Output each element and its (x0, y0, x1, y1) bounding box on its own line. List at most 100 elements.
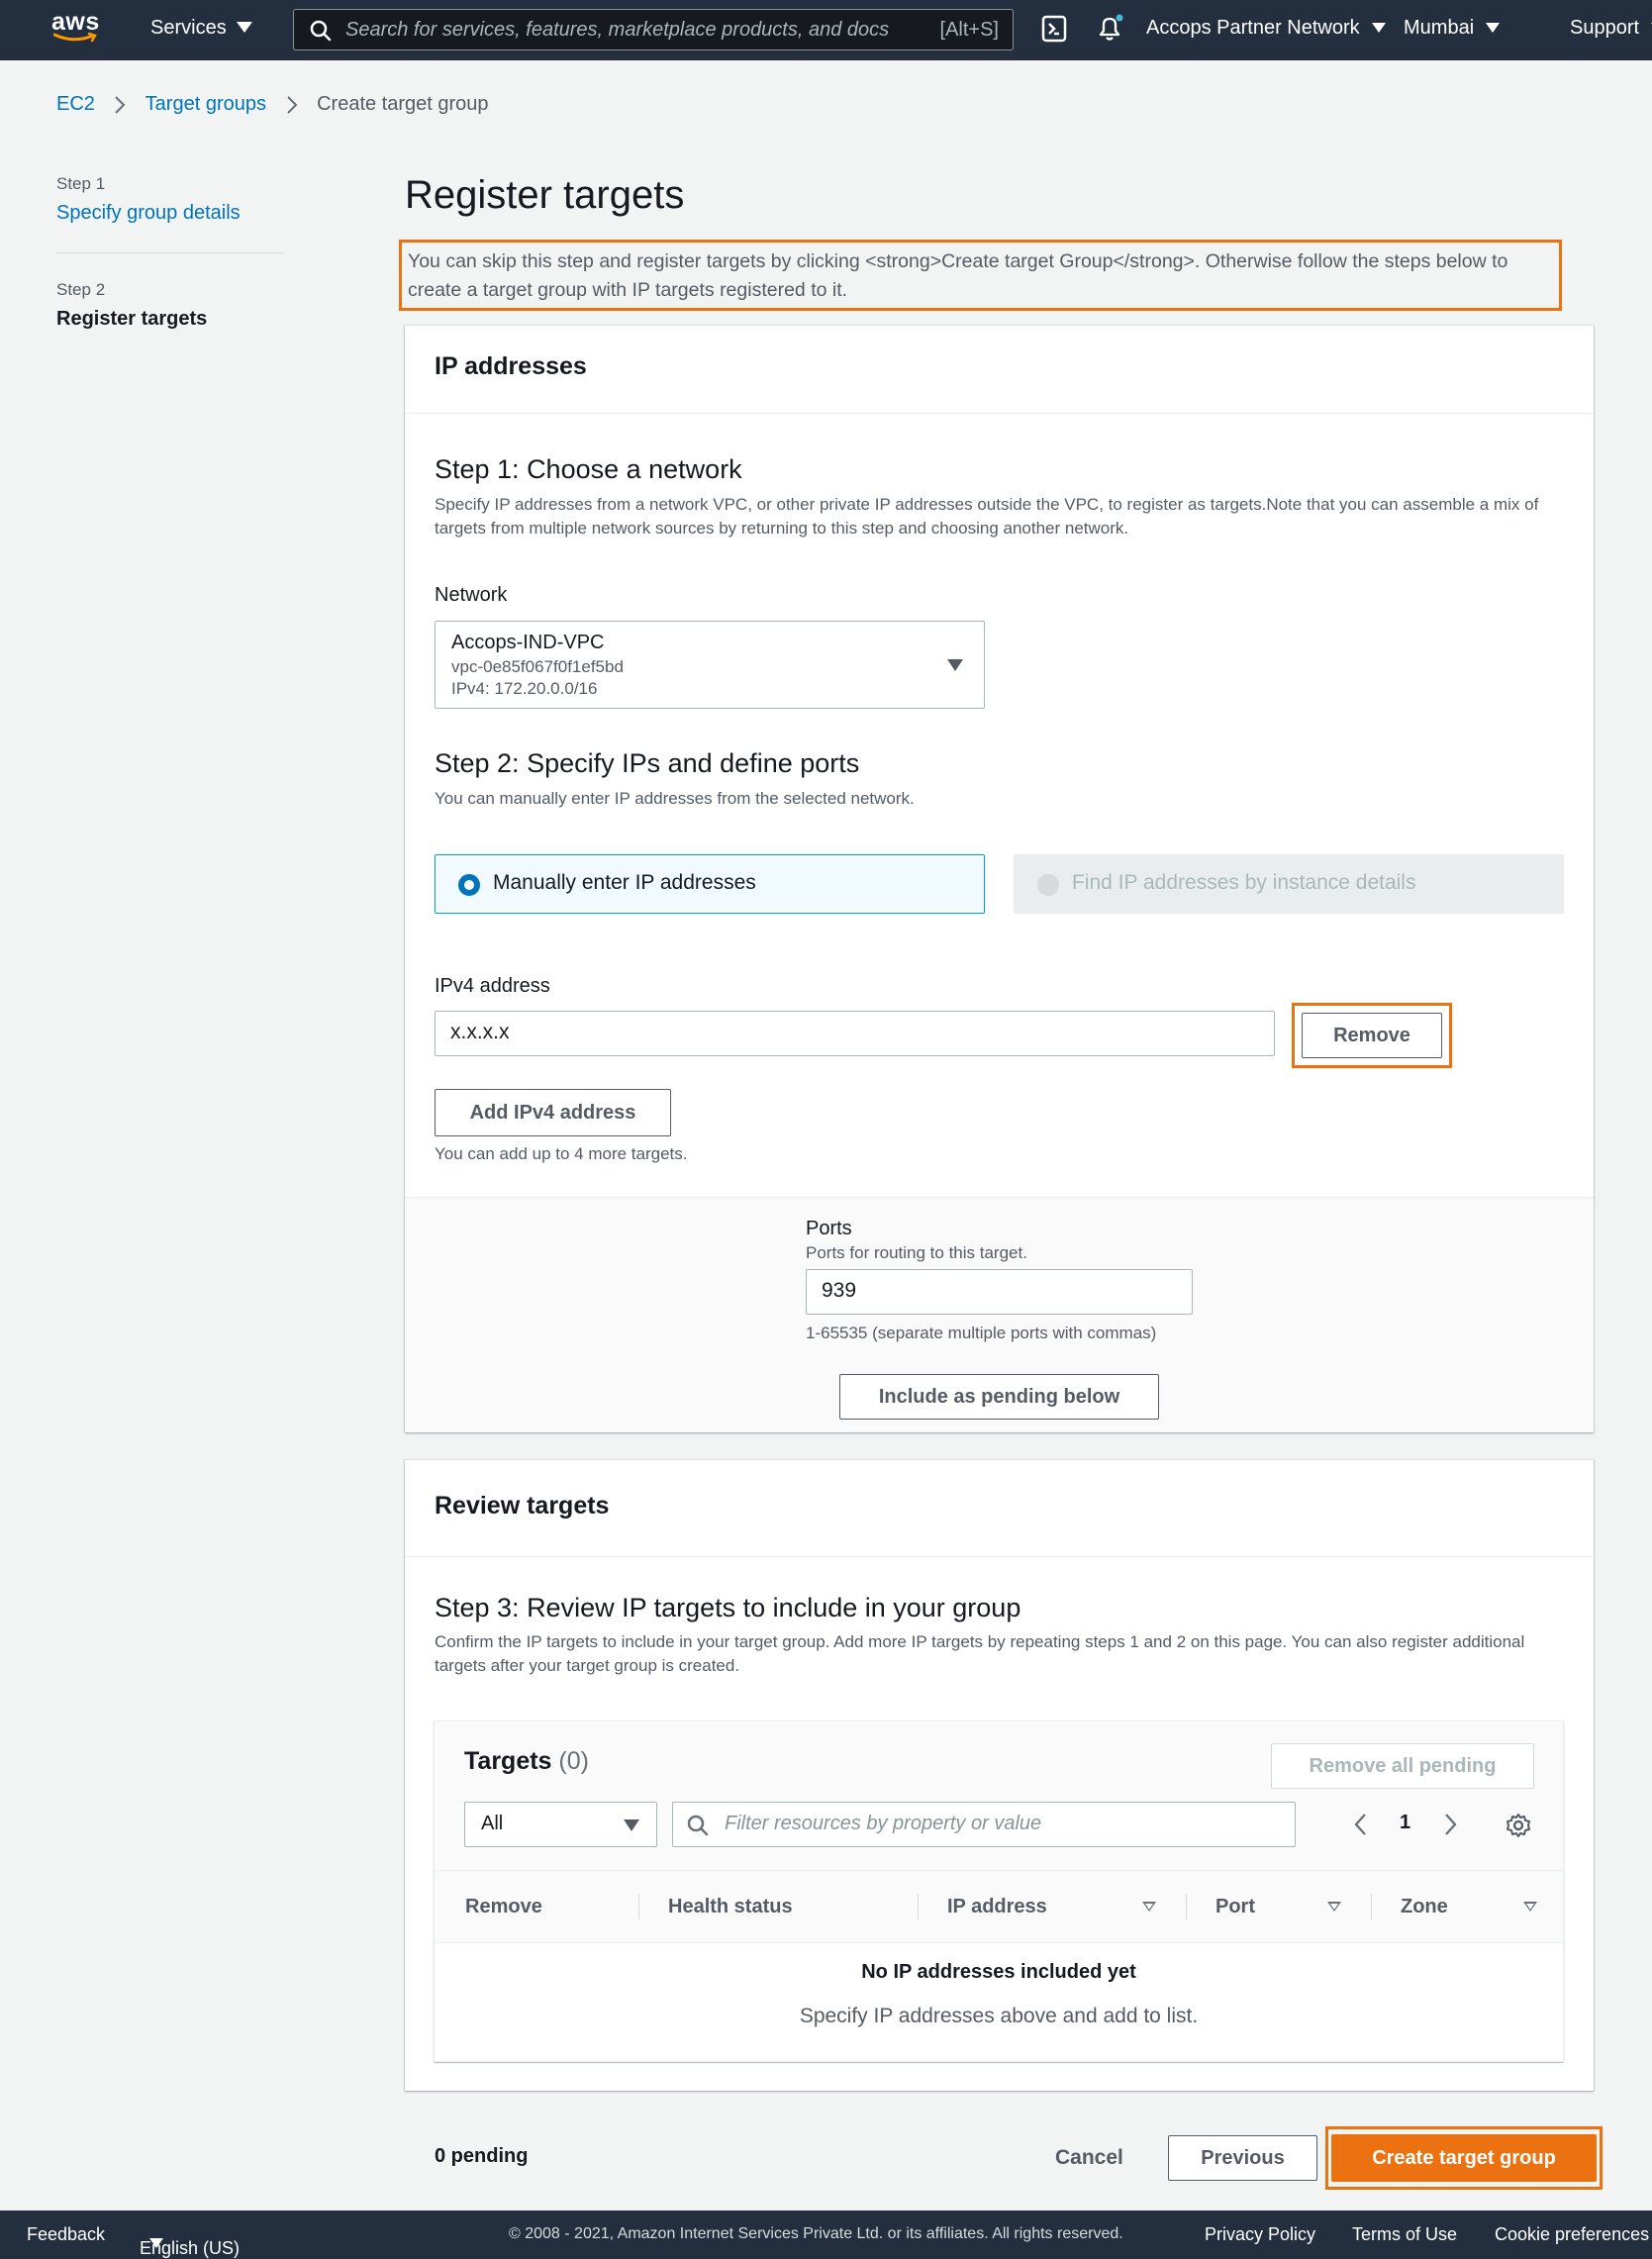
ip-addresses-title: IP addresses (435, 352, 587, 380)
breadcrumb-current: Create target group (317, 93, 489, 115)
step2-current: Register targets (56, 308, 208, 330)
cancel-button[interactable]: Cancel (1055, 2146, 1123, 2170)
ports-description: Ports for routing to this target. (806, 1243, 1027, 1262)
radio-disabled[interactable] (1037, 874, 1059, 896)
step1-heading: Step 1: Choose a network (435, 454, 742, 484)
region-label: Mumbai (1404, 17, 1475, 39)
column-divider (918, 1894, 919, 1919)
column-remove: Remove (465, 1896, 542, 1917)
manual-ip-label: Manually enter IP addresses (493, 871, 756, 894)
column-divider (638, 1894, 639, 1919)
review-targets-header: Review targets (405, 1460, 1594, 1557)
search-bar[interactable]: Search for services, features, marketpla… (293, 9, 1014, 50)
breadcrumb-target-groups[interactable]: Target groups (146, 93, 266, 115)
support-label: Support (1570, 17, 1640, 39)
column-divider (1186, 1894, 1187, 1919)
caret-down-icon (1371, 22, 1386, 33)
filter-placeholder: Filter resources by property or value (725, 1813, 1042, 1834)
column-zone[interactable]: Zone (1401, 1871, 1448, 1942)
step1-description: Specify IP addresses from a network VPC,… (435, 495, 1539, 538)
review-targets-title: Review targets (435, 1492, 610, 1520)
caret-down-icon (149, 2238, 163, 2248)
privacy-policy-link[interactable]: Privacy Policy (1205, 2224, 1315, 2245)
settings-gear-icon[interactable] (1506, 1813, 1531, 1838)
caret-down-icon (947, 659, 963, 671)
filter-type-value: All (481, 1813, 504, 1834)
network-select[interactable]: Accops-IND-VPC vpc-0e85f067f0f1ef5bd IPv… (435, 621, 985, 709)
column-port[interactable]: Port (1215, 1871, 1255, 1942)
remove-button[interactable]: Remove (1302, 1013, 1442, 1058)
network-name: Accops-IND-VPC (451, 632, 605, 653)
breadcrumb-ec2[interactable]: EC2 (56, 93, 95, 115)
feedback-link[interactable]: Feedback (27, 2224, 105, 2245)
cookie-preferences-link[interactable]: Cookie preferences (1495, 2224, 1649, 2245)
ports-hint: 1-65535 (separate multiple ports with co… (806, 1324, 1157, 1342)
filter-type-select[interactable]: All (464, 1802, 657, 1847)
step1-link[interactable]: Specify group details (56, 202, 241, 225)
previous-button[interactable]: Previous (1168, 2135, 1317, 2181)
caret-down-icon (1486, 22, 1501, 33)
remove-all-pending-button[interactable]: Remove all pending (1271, 1743, 1534, 1789)
terms-of-use-link[interactable]: Terms of Use (1352, 2224, 1457, 2245)
ports-input[interactable]: 939 (806, 1269, 1193, 1315)
account-label: Accops Partner Network (1146, 17, 1360, 39)
ports-label: Ports (806, 1218, 852, 1239)
console-footer: Feedback English (US) © 2008 - 2021, Ama… (0, 2210, 1652, 2259)
caret-down-icon (624, 1819, 639, 1831)
sort-caret-icon[interactable] (1327, 1902, 1341, 1912)
copyright: © 2008 - 2021, Amazon Internet Services … (509, 2225, 1123, 2242)
step3-description: Confirm the IP targets to include in you… (435, 1632, 1525, 1675)
targets-title: Targets (0) (464, 1747, 589, 1776)
filter-input[interactable]: Filter resources by property or value (672, 1802, 1296, 1847)
step2-heading: Step 2: Specify IPs and define ports (435, 748, 860, 778)
column-health-status[interactable]: Health status (668, 1871, 793, 1942)
search-icon (687, 1815, 709, 1836)
aws-smile-icon (53, 33, 97, 43)
empty-state-description: Specify IP addresses above and add to li… (799, 2005, 1199, 2027)
region-menu[interactable]: Mumbai (1404, 17, 1501, 40)
aws-logo[interactable]: aws (51, 10, 101, 49)
find-ip-tile[interactable]: Find IP addresses by instance details (1014, 854, 1564, 914)
ipv4-input[interactable]: x.x.x.x (435, 1011, 1275, 1056)
network-label: Network (435, 584, 508, 606)
ip-addresses-header: IP addresses (405, 326, 1594, 414)
manual-ip-tile[interactable]: Manually enter IP addresses (435, 854, 985, 914)
services-label: Services (150, 17, 227, 39)
services-menu[interactable]: Services (150, 17, 252, 40)
targets-title-text: Targets (464, 1747, 552, 1775)
ip-addresses-container: IP addresses Step 1: Choose a network Sp… (405, 326, 1594, 1432)
chevron-right-icon[interactable] (1444, 1813, 1458, 1836)
step2-label: Step 2 (56, 280, 106, 299)
chevron-right-icon (115, 96, 126, 114)
find-ip-label: Find IP addresses by instance details (1072, 871, 1416, 894)
caret-down-icon (236, 22, 252, 34)
search-placeholder: Search for services, features, marketpla… (345, 19, 890, 41)
step2-description: You can manually enter IP addresses from… (435, 789, 915, 808)
top-navigation: aws Services Search for services, featur… (0, 0, 1652, 60)
network-vpc-id: vpc-0e85f067f0f1ef5bd (451, 657, 624, 676)
account-menu[interactable]: Accops Partner Network (1146, 17, 1386, 40)
include-pending-button[interactable]: Include as pending below (839, 1374, 1159, 1420)
column-ip-address[interactable]: IP address (947, 1871, 1047, 1942)
radio-selected[interactable] (458, 874, 480, 896)
table-column-headers: Remove Health status IP address Port Zon… (435, 1870, 1563, 1943)
column-divider (1371, 1894, 1372, 1919)
create-target-group-button[interactable]: Create target group (1331, 2134, 1597, 2182)
chevron-left-icon[interactable] (1353, 1813, 1367, 1836)
step3-heading: Step 3: Review IP targets to include in … (435, 1593, 1021, 1622)
support-menu[interactable]: Support (1570, 17, 1652, 40)
add-ipv4-hint: You can add up to 4 more targets. (435, 1144, 688, 1163)
page-title: Register targets (405, 173, 685, 217)
cloudshell-icon[interactable] (1041, 15, 1067, 43)
bell-icon[interactable] (1095, 13, 1124, 43)
ipv4-label: IPv4 address (435, 975, 550, 997)
page-number[interactable]: 1 (1400, 1812, 1410, 1834)
side-divider (56, 252, 284, 253)
targets-count: (0) (558, 1747, 589, 1775)
step1-label: Step 1 (56, 174, 106, 193)
pending-count: 0 pending (435, 2145, 529, 2167)
sort-caret-icon[interactable] (1142, 1902, 1156, 1912)
add-ipv4-button[interactable]: Add IPv4 address (435, 1089, 671, 1136)
aws-logo-text: aws (51, 8, 100, 36)
sort-caret-icon[interactable] (1523, 1902, 1537, 1912)
